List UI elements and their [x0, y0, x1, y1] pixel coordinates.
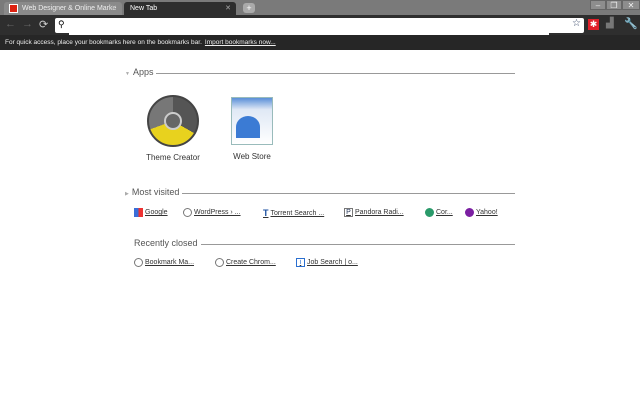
recently-closed-create-chrome[interactable]: Create Chrom...: [215, 258, 276, 267]
close-tab-icon[interactable]: ✕: [225, 2, 231, 15]
link-label: Bookmark Ma...: [145, 259, 195, 266]
back-button[interactable]: ←: [5, 18, 16, 30]
import-bookmarks-link[interactable]: Import bookmarks now...: [205, 39, 276, 46]
page-menu-icon[interactable]: ▟: [606, 18, 614, 29]
link-label: Create Chrom...: [226, 259, 276, 266]
omnibox[interactable]: ⚲ ☆: [55, 18, 584, 35]
torrent-icon: T: [263, 208, 269, 218]
recently-closed-job-search[interactable]: i Job Search | o...: [296, 258, 358, 267]
pandora-icon: P: [344, 208, 353, 217]
link-label: WordPress › ...: [194, 209, 241, 216]
link-label: Yahoo!: [476, 209, 498, 216]
bookmarks-bar: For quick access, place your bookmarks h…: [0, 35, 640, 50]
forward-button[interactable]: →: [22, 18, 33, 30]
yahoo-icon: [465, 208, 474, 217]
globe-icon: [134, 258, 143, 267]
wordpress-icon: [183, 208, 192, 217]
most-visited-pandora[interactable]: P Pandora Radi...: [344, 208, 404, 217]
link-label: Job Search | o...: [307, 259, 358, 266]
most-visited-wordpress[interactable]: WordPress › ...: [183, 208, 241, 217]
most-visited-title: Most visited: [131, 187, 183, 197]
recently-closed-title: Recently closed: [134, 238, 201, 248]
bookmark-star-icon[interactable]: ☆: [572, 18, 581, 29]
new-tab-button[interactable]: +: [243, 3, 255, 13]
app-label: Web Store: [233, 152, 271, 161]
app-web-store[interactable]: Web Store: [217, 95, 287, 161]
close-tab-icon[interactable]: ✕: [111, 2, 117, 15]
tab-new-tab[interactable]: New Tab ✕: [124, 2, 236, 15]
site-favicon-icon: [9, 4, 18, 13]
tab-web-designer[interactable]: Web Designer & Online Marke ✕: [4, 2, 122, 15]
toolbar: ← → ⟳ ⚲ ☆ ✱ ▟ 🔧: [0, 15, 640, 35]
tab-label: Web Designer & Online Marke: [22, 5, 117, 12]
recently-closed-bookmark-manager[interactable]: Bookmark Ma...: [134, 258, 194, 267]
most-visited-torrent[interactable]: T Torrent Search ...: [263, 208, 324, 218]
maximize-button[interactable]: ❐: [606, 0, 622, 10]
minimize-button[interactable]: –: [590, 0, 606, 10]
title-bar: Web Designer & Online Marke ✕ New Tab ✕ + …: [0, 0, 640, 15]
collapse-triangle-icon[interactable]: ▼: [125, 71, 133, 77]
most-visited-google[interactable]: Google: [134, 208, 168, 217]
chrome-theme-icon: [147, 95, 199, 147]
tab-label: New Tab: [130, 5, 158, 12]
extension-icon[interactable]: ✱: [588, 19, 599, 30]
apps-section-header[interactable]: ▼ Apps: [125, 67, 515, 79]
close-window-button[interactable]: ✕: [622, 0, 640, 10]
bookmarks-bar-message: For quick access, place your bookmarks h…: [5, 39, 202, 46]
search-icon: ⚲: [58, 19, 65, 29]
info-icon: i: [296, 258, 305, 267]
globe-icon: [425, 208, 434, 217]
recently-closed-section-header: Recently closed: [134, 238, 515, 250]
apps-title: Apps: [132, 67, 157, 77]
link-label: Google: [145, 209, 168, 216]
wrench-icon[interactable]: 🔧: [624, 17, 638, 30]
most-visited-section-header[interactable]: ▶ Most visited: [125, 187, 515, 199]
link-label: Cor...: [436, 209, 453, 216]
globe-icon: [215, 258, 224, 267]
app-label: Theme Creator: [146, 153, 200, 162]
link-label: Pandora Radi...: [355, 209, 404, 216]
most-visited-yahoo[interactable]: Yahoo!: [465, 208, 498, 217]
link-label: Torrent Search ...: [270, 209, 325, 217]
app-theme-creator[interactable]: Theme Creator: [138, 95, 208, 162]
expand-triangle-icon[interactable]: ▶: [125, 191, 132, 197]
google-icon: [134, 208, 143, 217]
omnibox-input[interactable]: [69, 22, 549, 35]
reload-button[interactable]: ⟳: [39, 18, 48, 31]
most-visited-cor[interactable]: Cor...: [425, 208, 453, 217]
web-store-icon: [231, 97, 273, 145]
